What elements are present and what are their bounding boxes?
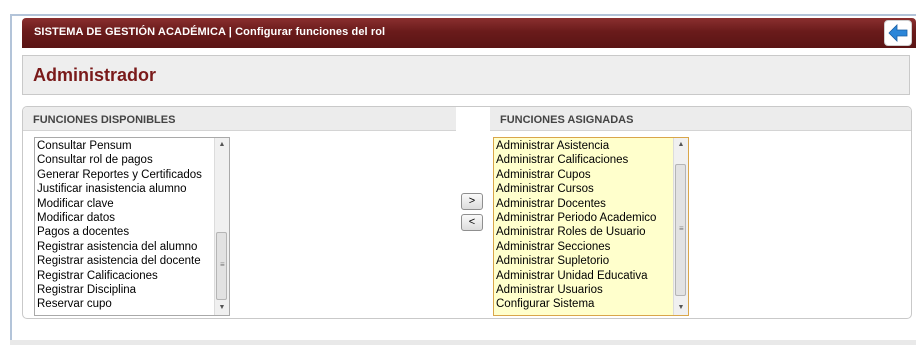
list-item[interactable]: Modificar clave: [37, 197, 213, 211]
list-item[interactable]: Consultar rol de pagos: [37, 153, 213, 167]
list-item[interactable]: Registrar asistencia del docente: [37, 254, 213, 268]
list-item[interactable]: Administrar Cursos: [496, 182, 672, 196]
list-item[interactable]: Administrar Periodo Academico: [496, 211, 672, 225]
list-item[interactable]: Registrar Calificaciones: [37, 269, 213, 283]
bottom-bar: [10, 340, 916, 345]
scrollbar-thumb[interactable]: ≡: [675, 164, 686, 296]
list-item[interactable]: Administrar Asistencia: [496, 139, 672, 153]
list-item[interactable]: Administrar Secciones: [496, 240, 672, 254]
list-item[interactable]: Administrar Supletorio: [496, 254, 672, 268]
scroll-down-icon[interactable]: ▼: [215, 301, 229, 315]
title-bar: SISTEMA DE GESTIÓN ACADÉMICA | Configura…: [22, 18, 916, 48]
assigned-header: FUNCIONES ASIGNADAS: [490, 107, 911, 131]
back-button[interactable]: [884, 20, 912, 46]
scroll-up-icon[interactable]: ▲: [674, 138, 688, 152]
list-item[interactable]: Generar Reportes y Certificados: [37, 168, 213, 182]
list-item[interactable]: Administrar Unidad Educativa: [496, 269, 672, 283]
assigned-scrollbar[interactable]: ▲ ≡ ▼: [673, 138, 688, 315]
assigned-functions-list[interactable]: Administrar Asistencia Administrar Califi…: [493, 137, 689, 316]
grip-icon: ≡: [679, 224, 684, 233]
assigned-heading: FUNCIONES ASIGNADAS: [500, 114, 634, 126]
available-header: FUNCIONES DISPONIBLES: [23, 107, 456, 131]
scroll-down-icon[interactable]: ▼: [674, 301, 688, 315]
assigned-items: Administrar Asistencia Administrar Califi…: [496, 139, 672, 312]
list-item[interactable]: Reservar cupo: [37, 297, 213, 311]
list-item[interactable]: Registrar asistencia del alumno: [37, 240, 213, 254]
available-functions-list[interactable]: Consultar Pensum Consultar rol de pagos Ge…: [34, 137, 230, 316]
list-item[interactable]: Administrar Roles de Usuario: [496, 225, 672, 239]
list-item[interactable]: Consultar Pensum: [37, 139, 213, 153]
list-item[interactable]: Justificar inasistencia alumno: [37, 182, 213, 196]
available-scrollbar[interactable]: ▲ ≡ ▼: [214, 138, 229, 315]
add-function-button[interactable]: >: [461, 193, 483, 210]
list-item[interactable]: Configurar Sistema: [496, 297, 672, 311]
grip-icon: ≡: [220, 260, 225, 269]
list-item[interactable]: Modificar datos: [37, 211, 213, 225]
page-title: SISTEMA DE GESTIÓN ACADÉMICA | Configura…: [34, 26, 386, 38]
list-item[interactable]: Administrar Docentes: [496, 197, 672, 211]
list-item[interactable]: Registrar Disciplina: [37, 283, 213, 297]
functions-panel: FUNCIONES DISPONIBLES FUNCIONES ASIGNADA…: [22, 106, 912, 319]
arrow-left-icon: [888, 24, 908, 42]
list-item[interactable]: Administrar Calificaciones: [496, 153, 672, 167]
scroll-up-icon[interactable]: ▲: [215, 138, 229, 152]
list-item[interactable]: Administrar Cupos: [496, 168, 672, 182]
available-heading: FUNCIONES DISPONIBLES: [33, 114, 176, 126]
role-header: Administrador: [22, 55, 910, 95]
role-name: Administrador: [33, 65, 157, 85]
list-item[interactable]: Administrar Usuarios: [496, 283, 672, 297]
scrollbar-thumb[interactable]: ≡: [216, 232, 227, 300]
remove-function-button[interactable]: <: [461, 214, 483, 231]
list-item[interactable]: Pagos a docentes: [37, 225, 213, 239]
available-items: Consultar Pensum Consultar rol de pagos Ge…: [37, 139, 213, 312]
